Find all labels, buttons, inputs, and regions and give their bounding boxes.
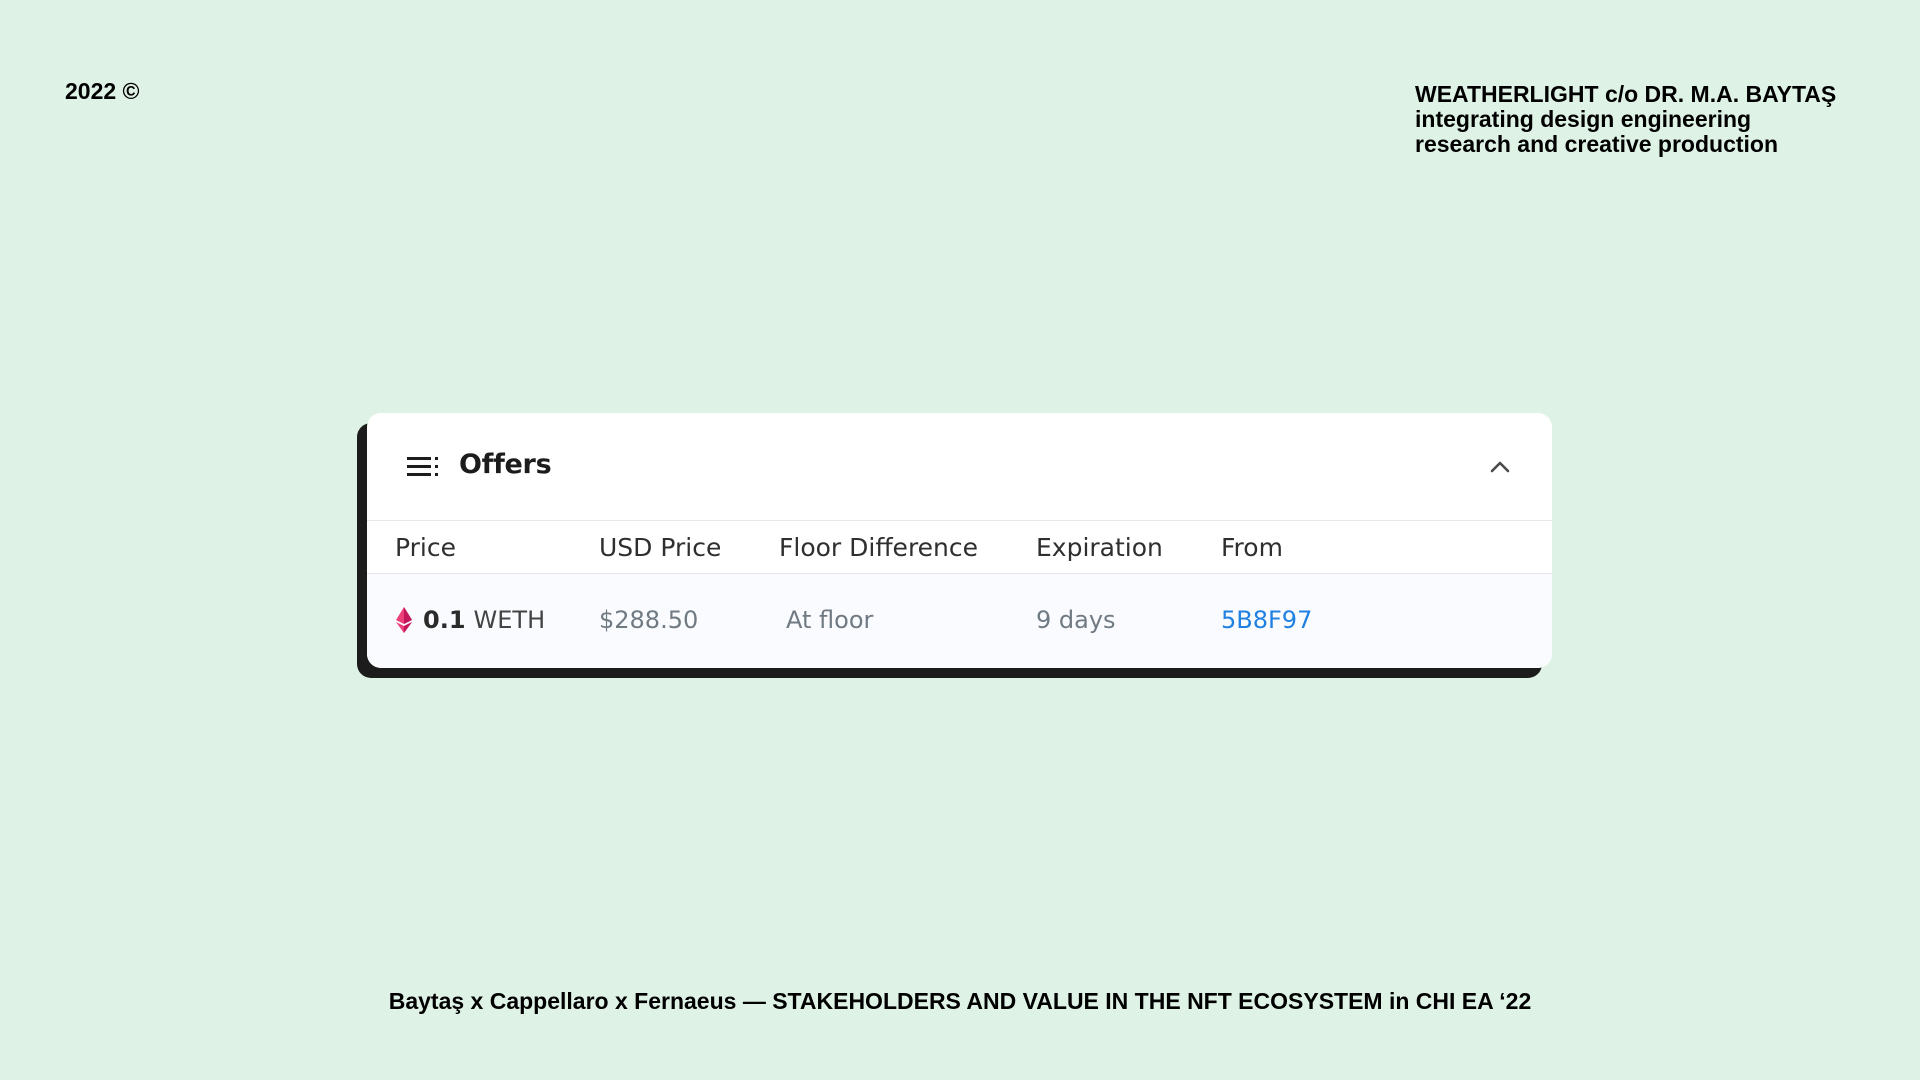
price-token: WETH bbox=[473, 606, 546, 634]
table-row: 0.1 WETH $288.50 At floor 9 days 5B8F97 bbox=[367, 574, 1552, 668]
from-user-link[interactable]: 5B8F97 bbox=[1221, 606, 1312, 634]
footer-citation: Baytaş x Cappellaro x Fernaeus — STAKEHO… bbox=[388, 988, 1532, 1014]
org-credit-line: integrating design engineering bbox=[1415, 106, 1752, 132]
expiration-value: 9 days bbox=[1036, 606, 1116, 634]
org-credit: WEATHERLIGHT c/o DR. M.A. BAYTAŞ integra… bbox=[1415, 82, 1836, 157]
org-credit-line: WEATHERLIGHT c/o DR. M.A. BAYTAŞ bbox=[1415, 81, 1837, 107]
column-header-price: Price bbox=[395, 533, 456, 562]
copyright-year: 2022 © bbox=[65, 78, 140, 104]
eth-icon bbox=[396, 607, 412, 633]
offers-title: Offers bbox=[459, 449, 552, 480]
price-amount: 0.1 bbox=[423, 606, 466, 634]
offers-table-header: Price USD Price Floor Difference Expirat… bbox=[367, 521, 1552, 574]
floor-difference-value: At floor bbox=[786, 606, 874, 634]
price-cell: 0.1 WETH bbox=[395, 606, 545, 634]
org-credit-line: research and creative production bbox=[1415, 131, 1779, 157]
list-icon bbox=[407, 457, 438, 476]
chevron-up-icon[interactable] bbox=[1486, 453, 1514, 481]
column-header-expiration: Expiration bbox=[1036, 533, 1163, 562]
offers-panel-header[interactable]: Offers bbox=[367, 413, 1552, 521]
offers-panel: Offers Price USD Price Floor Difference … bbox=[367, 413, 1552, 668]
usd-price-value: $288.50 bbox=[599, 606, 699, 634]
column-header-usd-price: USD Price bbox=[599, 533, 722, 562]
column-header-floor-difference: Floor Difference bbox=[779, 533, 979, 562]
column-header-from: From bbox=[1221, 533, 1283, 562]
